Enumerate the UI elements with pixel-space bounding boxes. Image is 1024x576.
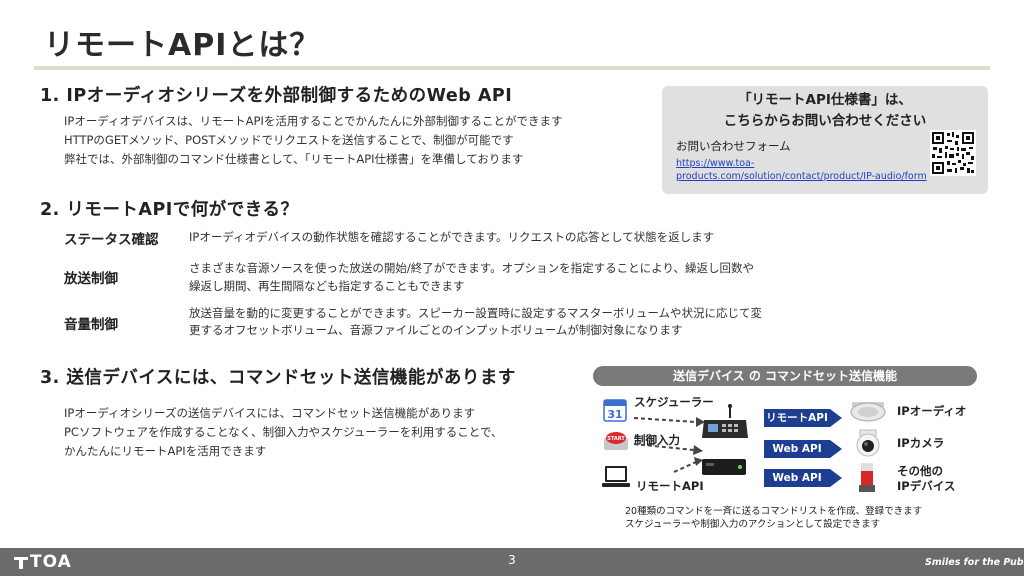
contact-form-label: お問い合わせフォーム xyxy=(676,139,791,153)
ceiling-speaker-icon xyxy=(848,398,888,424)
page-title: リモートAPIとは？ xyxy=(44,28,321,63)
start-button-icon: START xyxy=(603,428,629,452)
dashed-arrows xyxy=(633,417,705,473)
capability-text-status-1: IPオーディオデバイスの動作状態を確認することができます。リクエストの応答として… xyxy=(189,230,715,244)
contact-url-line-2[interactable]: products.com/solution/contact/product/IP… xyxy=(676,170,927,183)
diagram-note-line-1: 20種類のコマンドを一斉に送るコマンドリストを作成、登録できます xyxy=(625,506,923,517)
section1-line-2: HTTPのGETメソッド、POSTメソッドでリクエストを送信することで、制御が可… xyxy=(64,133,514,147)
control-console-icon xyxy=(700,404,750,442)
section3-heading: 3. 送信デバイスには、コマンドセット送信機能があります xyxy=(40,368,516,388)
badge-web-api-1: Web API xyxy=(764,440,830,458)
section3-line-2: PCソフトウェアを作成することなく、制御入力やスケジューラーを利用することで、 xyxy=(64,425,503,439)
qr-code[interactable] xyxy=(930,130,976,176)
diagram-note-line-2: スケジューラーや制御入力のアクションとして設定できます xyxy=(625,519,881,530)
signal-tower-icon xyxy=(856,462,878,494)
page-number: 3 xyxy=(508,553,516,567)
capability-label-broadcast: 放送制御 xyxy=(64,271,118,287)
section3-line-1: IPオーディオシリーズの送信デバイスには、コマンドセット送信機能があります xyxy=(64,406,476,420)
capability-label-volume: 音量制御 xyxy=(64,317,118,333)
capability-text-broadcast-2: 繰返し期間、再生間隔なども指定することもできます xyxy=(189,279,465,293)
start-button-text: START xyxy=(607,436,625,442)
capability-text-volume-2: 更するオフセットボリューム、音源ファイルごとのインプットボリュームが制御対象にな… xyxy=(189,323,683,337)
output-label-other-2: IPデバイス xyxy=(897,479,956,493)
output-label-ip-camera: IPカメラ xyxy=(897,436,945,450)
diagram-header: 送信デバイス の コマンドセット送信機能 xyxy=(593,366,977,386)
capability-text-broadcast-1: さまざまな音源ソースを使った放送の開始/終了ができます。オプションを指定すること… xyxy=(189,261,754,275)
output-label-ip-audio: IPオーディオ xyxy=(897,404,967,418)
contact-heading: 「リモートAPI仕様書」は、 こちらからお問い合わせください xyxy=(662,90,988,132)
contact-heading-line-2: こちらからお問い合わせください xyxy=(723,113,927,129)
footer-tagline: Smiles for the Public xyxy=(925,557,1024,568)
title-divider xyxy=(34,66,990,70)
toa-logo-icon xyxy=(14,555,28,569)
section2-heading: 2. リモートAPIで何ができる？ xyxy=(40,200,299,220)
output-label-other-1: その他の xyxy=(897,464,943,478)
section3-line-3: かんたんにリモートAPIを活用できます xyxy=(64,444,267,458)
section1-line-1: IPオーディオデバイスは、リモートAPIを活用することでかんたんに外部制御するこ… xyxy=(64,114,563,128)
badge-remote-api: リモートAPI xyxy=(764,409,830,427)
calendar-day: 31 xyxy=(607,408,622,421)
badge-web-api-2: Web API xyxy=(764,469,830,487)
contact-heading-line-1: 「リモートAPI仕様書」は、 xyxy=(738,92,912,108)
capability-text-volume-1: 放送音量を動的に変更することができます。スピーカー設置時に設定するマスターボリュ… xyxy=(189,306,763,320)
qr-code-icon xyxy=(930,130,976,176)
transmitter-device-icon xyxy=(700,456,748,478)
diagram-note: 20種類のコマンドを一斉に送るコマンドリストを作成、登録できます スケジューラー… xyxy=(625,505,922,531)
input-label-remote-api: リモートAPI xyxy=(636,479,704,493)
contact-url-line-1[interactable]: https://www.toa- xyxy=(676,157,927,170)
capability-label-status: ステータス確認 xyxy=(64,232,159,248)
section1-heading: 1. IPオーディオシリーズを外部制御するためのWeb API xyxy=(40,86,513,106)
calendar-icon: 31 xyxy=(603,398,627,422)
footer-logo: TOA xyxy=(30,552,72,572)
badge-arrows xyxy=(830,409,842,487)
ip-camera-icon xyxy=(854,428,882,458)
section1-line-3: 弊社では、外部制御のコマンド仕様書として、「リモートAPI仕様書」を準備しており… xyxy=(64,152,524,166)
laptop-icon xyxy=(601,464,631,490)
contact-form-link[interactable]: https://www.toa- products.com/solution/c… xyxy=(676,157,927,183)
